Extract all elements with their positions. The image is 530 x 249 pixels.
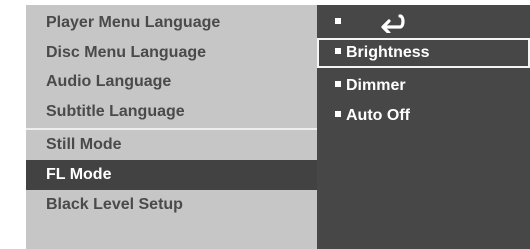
menu-item-subtitle-language[interactable]: Subtitle Language [26,97,317,127]
submenu-item-label: Auto Off [346,107,410,124]
submenu-item-brightness[interactable]: Brightness [317,38,530,68]
fl-mode-submenu: Brightness Dimmer Auto Off [317,5,530,249]
submenu-item-label: Brightness [346,44,430,61]
return-item[interactable] [317,8,530,38]
bullet-icon [335,110,341,117]
menu-item-disc-menu-language[interactable]: Disc Menu Language [26,38,317,68]
bullet-icon [335,17,341,24]
menu-item-still-mode[interactable]: Still Mode [26,130,317,160]
menu-item-player-menu-language[interactable]: Player Menu Language [26,8,317,38]
return-arrow-icon [381,14,405,33]
menu-item-fl-mode[interactable]: FL Mode [26,160,317,190]
setup-menu-list: Player Menu Language Disc Menu Language … [26,5,317,249]
submenu-item-dimmer[interactable]: Dimmer [317,71,530,101]
bullet-icon [335,80,341,87]
submenu-item-label: Dimmer [346,77,406,94]
menu-item-audio-language[interactable]: Audio Language [26,67,317,97]
submenu-item-auto-off[interactable]: Auto Off [317,101,530,131]
bullet-icon [335,47,341,54]
menu-item-black-level-setup[interactable]: Black Level Setup [26,190,317,220]
setup-menu: Player Menu Language Disc Menu Language … [26,5,530,249]
